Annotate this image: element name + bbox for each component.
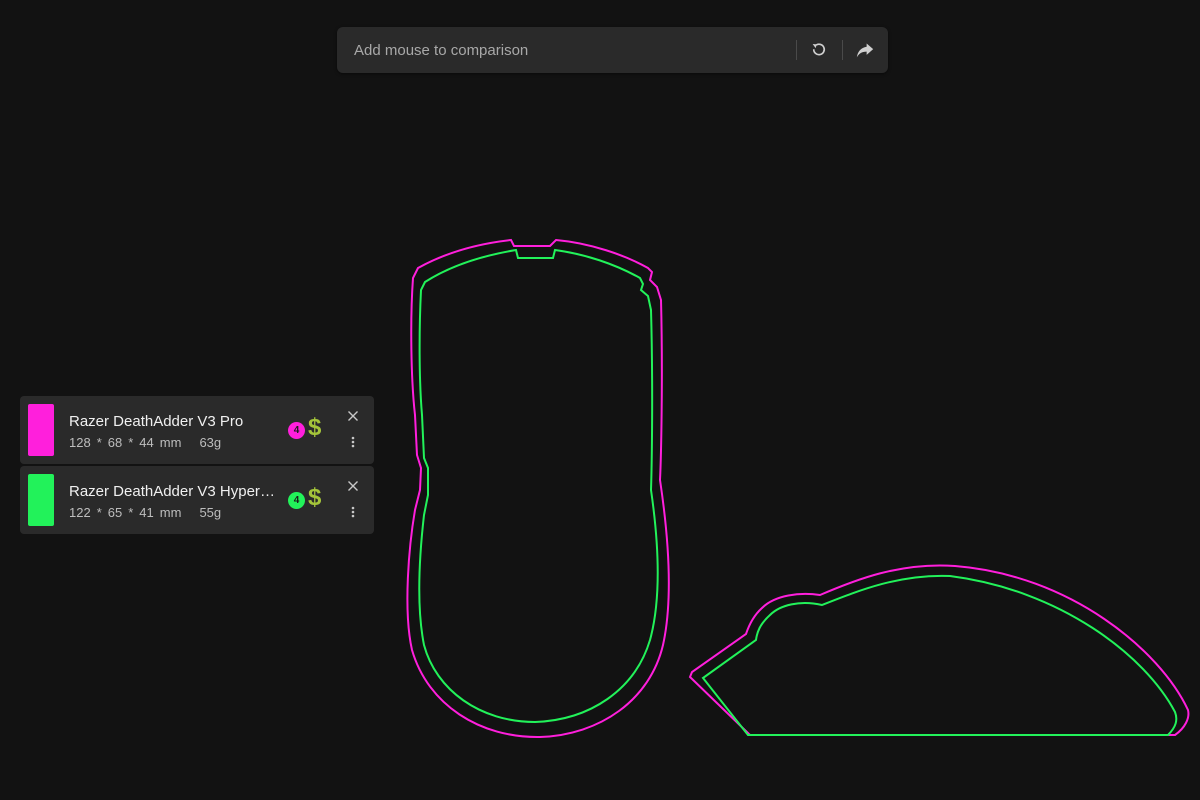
top-view-outline-pro <box>406 238 670 739</box>
side-view-outline-pro <box>688 564 1190 736</box>
top-view-outline-hyperspeed <box>418 248 659 724</box>
mouse-outline-canvas <box>406 238 1190 739</box>
